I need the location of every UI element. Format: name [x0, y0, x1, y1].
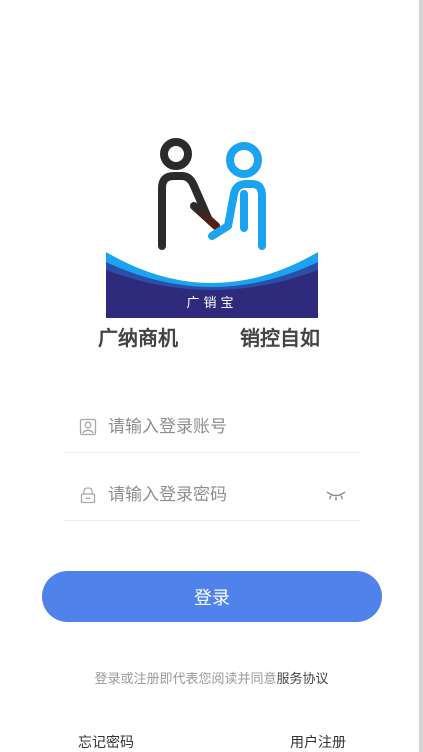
forgot-password-link[interactable]: 忘记密码: [78, 732, 134, 752]
account-field: [63, 402, 360, 453]
window-edge: [419, 0, 423, 752]
login-button[interactable]: 登录: [42, 571, 382, 622]
slogan-left: 广纳商机: [98, 326, 178, 350]
account-input[interactable]: [108, 414, 308, 440]
agreement-prefix: 登录或注册即代表您阅读并同意: [94, 672, 277, 687]
service-agreement-link[interactable]: 服务协议: [277, 672, 329, 687]
eye-closed-icon[interactable]: [326, 488, 346, 502]
lock-icon: [80, 487, 96, 504]
password-field: [63, 470, 360, 521]
agreement-text: 登录或注册即代表您阅读并同意服务协议: [0, 668, 423, 687]
user-icon: [79, 418, 97, 436]
password-input[interactable]: [108, 482, 308, 508]
slogan-right: 销控自如: [240, 326, 320, 350]
logo-brand-text: 广销宝: [186, 296, 238, 311]
register-link[interactable]: 用户注册: [290, 732, 346, 752]
